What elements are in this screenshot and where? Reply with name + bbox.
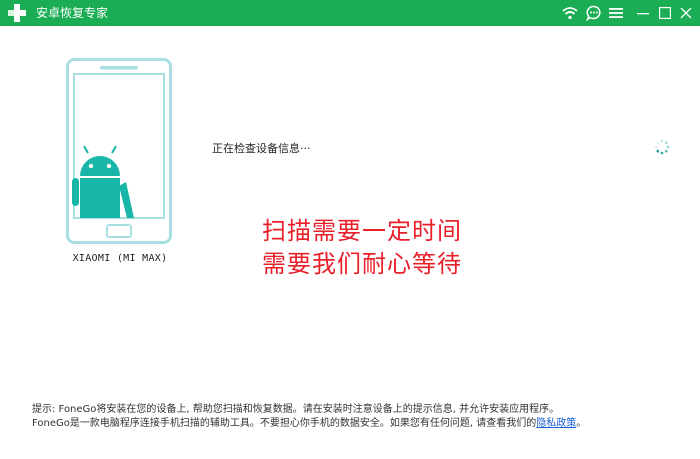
chat-icon[interactable] <box>585 4 603 22</box>
minimize-icon[interactable] <box>634 4 652 22</box>
loading-spinner-icon <box>654 139 670 155</box>
phone-icon <box>66 58 172 244</box>
status-text: 正在检查设备信息··· <box>212 142 311 155</box>
wifi-icon[interactable] <box>561 4 579 22</box>
privacy-policy-link[interactable]: 隐私政策 <box>536 418 576 429</box>
disclaimer-text: FoneGo是一款电脑程序连接手机扫描的辅助工具。不要担心你手机的数据安全。如果… <box>32 418 537 429</box>
close-icon[interactable] <box>677 4 695 22</box>
disclaimer-period: 。 <box>576 418 587 429</box>
menu-icon[interactable] <box>607 4 625 22</box>
plus-logo-icon <box>8 4 26 22</box>
disclaimer: FoneGo是一款电脑程序连接手机扫描的辅助工具。不要担心你手机的数据安全。如果… <box>32 417 632 430</box>
device-illustration <box>66 58 172 244</box>
title-bar: 安卓恢复专家 <box>0 0 700 26</box>
hint-text: 提示: FoneGo将安装在您的设备上, 帮助您扫描和恢复数据。请在安装时注意设… <box>32 404 560 415</box>
overlay-line-2: 需要我们耐心等待 <box>262 250 462 278</box>
device-name: XIAOMI (MI MAX) <box>72 253 168 264</box>
app-title: 安卓恢复专家 <box>36 6 109 20</box>
maximize-icon[interactable] <box>656 4 674 22</box>
overlay-line-1: 扫描需要一定时间 <box>262 217 462 245</box>
